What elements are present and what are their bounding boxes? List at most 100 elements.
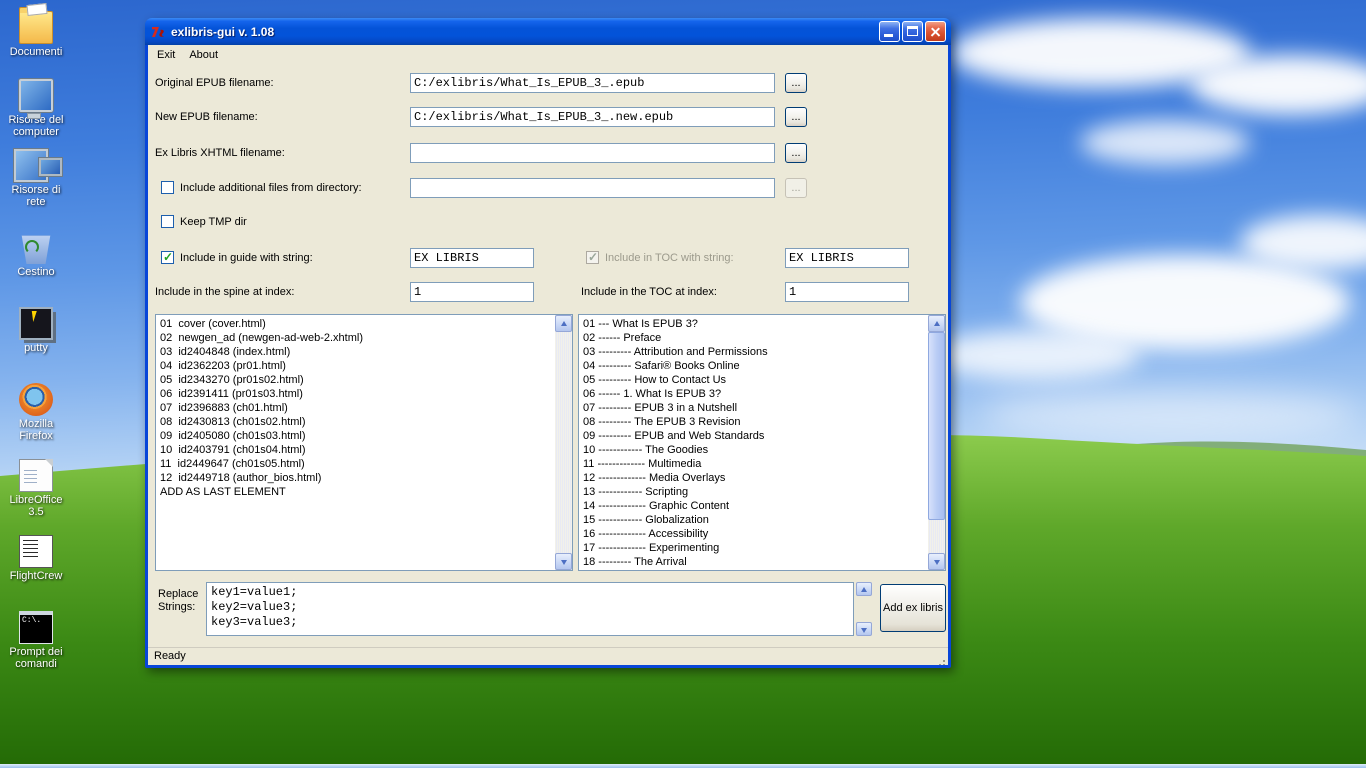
desktop-icon[interactable]: Prompt dei comandi [2,611,70,684]
new-epub-label: New EPUB filename: [155,111,258,123]
add-exlibris-button[interactable]: Add ex libris [880,584,946,632]
include-guide-checkbox[interactable] [161,250,174,264]
cloud [1080,120,1250,165]
new-epub-browse-button[interactable]: ... [785,107,807,127]
original-epub-browse-button[interactable]: ... [785,73,807,93]
desktop-icon[interactable]: Mozilla Firefox [2,383,70,456]
toc-list-item[interactable]: 05 --------- How to Contact Us [583,373,928,387]
toc-list-item[interactable]: 09 --------- EPUB and Web Standards [583,429,928,443]
spine-list-item[interactable]: 07 id2396883 (ch01.html) [160,401,555,415]
spine-list-item[interactable]: 10 id2403791 (ch01s04.html) [160,443,555,457]
toc-list-item[interactable]: 18 --------- The Arrival [583,555,928,569]
include-dir-input[interactable] [410,178,775,198]
desktop-icon[interactable]: LibreOffice 3.5 [2,459,70,532]
flightcrew-icon [19,535,53,568]
include-dir-label: Include additional files from directory: [180,182,362,194]
folder-icon [19,7,53,44]
toc-list-item[interactable]: 15 ------------ Globalization [583,513,928,527]
menu-exit[interactable]: Exit [150,47,182,63]
minimize-icon [884,34,893,37]
taskbar-edge[interactable] [0,764,1366,768]
status-bar: Ready [148,647,948,665]
spine-list-item[interactable]: 02 newgen_ad (newgen-ad-web-2.xhtml) [160,331,555,345]
scroll-up-icon[interactable] [856,582,872,596]
spine-list-item[interactable]: 03 id2404848 (index.html) [160,345,555,359]
network-icon [14,149,62,182]
toc-list-item[interactable]: 12 ------------- Media Overlays [583,471,928,485]
toc-list-item[interactable]: 07 --------- EPUB 3 in a Nutshell [583,401,928,415]
toc-list-item[interactable]: 03 --------- Attribution and Permissions [583,345,928,359]
spine-list-item[interactable]: 01 cover (cover.html) [160,317,555,331]
desktop-icon-column: Documenti Risorse del computer Risorse d… [2,3,70,687]
desktop-icon[interactable]: Risorse del computer [2,79,70,152]
keep-tmp-checkbox[interactable] [161,215,174,228]
include-toc-checkbox [586,250,599,264]
spine-list-item[interactable]: ADD AS LAST ELEMENT [160,485,555,499]
toc-list-item[interactable]: 17 ------------- Experimenting [583,541,928,555]
spine-listbox: 01 cover (cover.html) 02 newgen_ad (newg… [155,314,573,571]
firefox-icon [19,383,53,416]
spine-scrollbar[interactable] [555,315,572,570]
toc-list-item[interactable]: 13 ------------ Scripting [583,485,928,499]
original-epub-input[interactable] [410,73,775,93]
spine-list-item[interactable]: 08 id2430813 (ch01s02.html) [160,415,555,429]
desktop-icon-label: Risorse di rete [11,184,61,208]
spine-list-item[interactable]: 06 id2391411 (pr01s03.html) [160,387,555,401]
spine-list-item[interactable]: 09 id2405080 (ch01s03.html) [160,429,555,443]
toc-list-item[interactable]: 08 --------- The EPUB 3 Revision [583,415,928,429]
cloud [1190,55,1366,115]
maximize-button[interactable] [902,21,923,42]
new-epub-input[interactable] [410,107,775,127]
minimize-button[interactable] [879,21,900,42]
spine-list-item[interactable]: 11 id2449647 (ch01s05.html) [160,457,555,471]
scrollbar-thumb[interactable] [928,332,945,520]
desktop-icon-label: Mozilla Firefox [18,418,54,442]
menu-about[interactable]: About [182,47,225,63]
toc-list-item[interactable]: 06 ------ 1. What Is EPUB 3? [583,387,928,401]
include-toc-label: Include in TOC with string: [605,252,734,264]
include-guide-string-input[interactable] [410,248,534,268]
scroll-down-icon[interactable] [555,553,572,570]
maximize-icon [907,26,918,36]
spine-list-item[interactable]: 05 id2343270 (pr01s02.html) [160,373,555,387]
close-icon [926,22,945,41]
scroll-up-icon[interactable] [928,315,945,332]
toc-list-item[interactable]: 11 ------------- Multimedia [583,457,928,471]
close-button[interactable] [925,21,946,42]
replace-strings-label: Replace Strings: [158,588,199,613]
desktop-icon[interactable]: putty [2,307,70,380]
exlibris-xhtml-browse-button[interactable]: ... [785,143,807,163]
include-toc-string-input[interactable] [785,248,909,268]
toc-scrollbar[interactable] [928,315,945,570]
replace-scrollbar[interactable] [856,582,872,636]
title-bar[interactable]: exlibris-gui v. 1.08 [145,18,951,45]
spine-list-item[interactable]: 12 id2449718 (author_bios.html) [160,471,555,485]
desktop-icon[interactable]: FlightCrew [2,535,70,608]
toc-index-input[interactable] [785,282,909,302]
include-dir-checkbox[interactable] [161,181,174,194]
resize-grip[interactable] [933,650,946,663]
toc-listbox: 01 --- What Is EPUB 3? 02 ------ Preface… [578,314,946,571]
toc-list-item[interactable]: 10 ------------ The Goodies [583,443,928,457]
include-dir-browse-button: ... [785,178,807,198]
desktop-icon[interactable]: Documenti [2,3,70,76]
toc-list-item[interactable]: 14 ------------- Graphic Content [583,499,928,513]
replace-strings-textarea[interactable]: key1=value1; key2=value3; key3=value3; [206,582,854,636]
spine-list-item[interactable]: 04 id2362203 (pr01.html) [160,359,555,373]
desktop-icon[interactable]: Risorse di rete [2,149,70,228]
original-epub-label: Original EPUB filename: [155,77,274,89]
exlibris-xhtml-input[interactable] [410,143,775,163]
keep-tmp-label: Keep TMP dir [180,216,247,228]
toc-list-item[interactable]: 01 --- What Is EPUB 3? [583,317,928,331]
include-guide-label: Include in guide with string: [180,252,313,264]
toc-list-item[interactable]: 04 --------- Safari® Books Online [583,359,928,373]
scroll-down-icon[interactable] [856,622,872,636]
toc-list-item[interactable]: 16 ------------- Accessibility [583,527,928,541]
putty-icon [19,307,53,340]
desktop-icon[interactable]: Cestino [2,231,70,304]
spine-index-input[interactable] [410,282,534,302]
desktop-icon-label: LibreOffice 3.5 [9,494,63,518]
toc-list-item[interactable]: 02 ------ Preface [583,331,928,345]
scroll-up-icon[interactable] [555,315,572,332]
scroll-down-icon[interactable] [928,553,945,570]
